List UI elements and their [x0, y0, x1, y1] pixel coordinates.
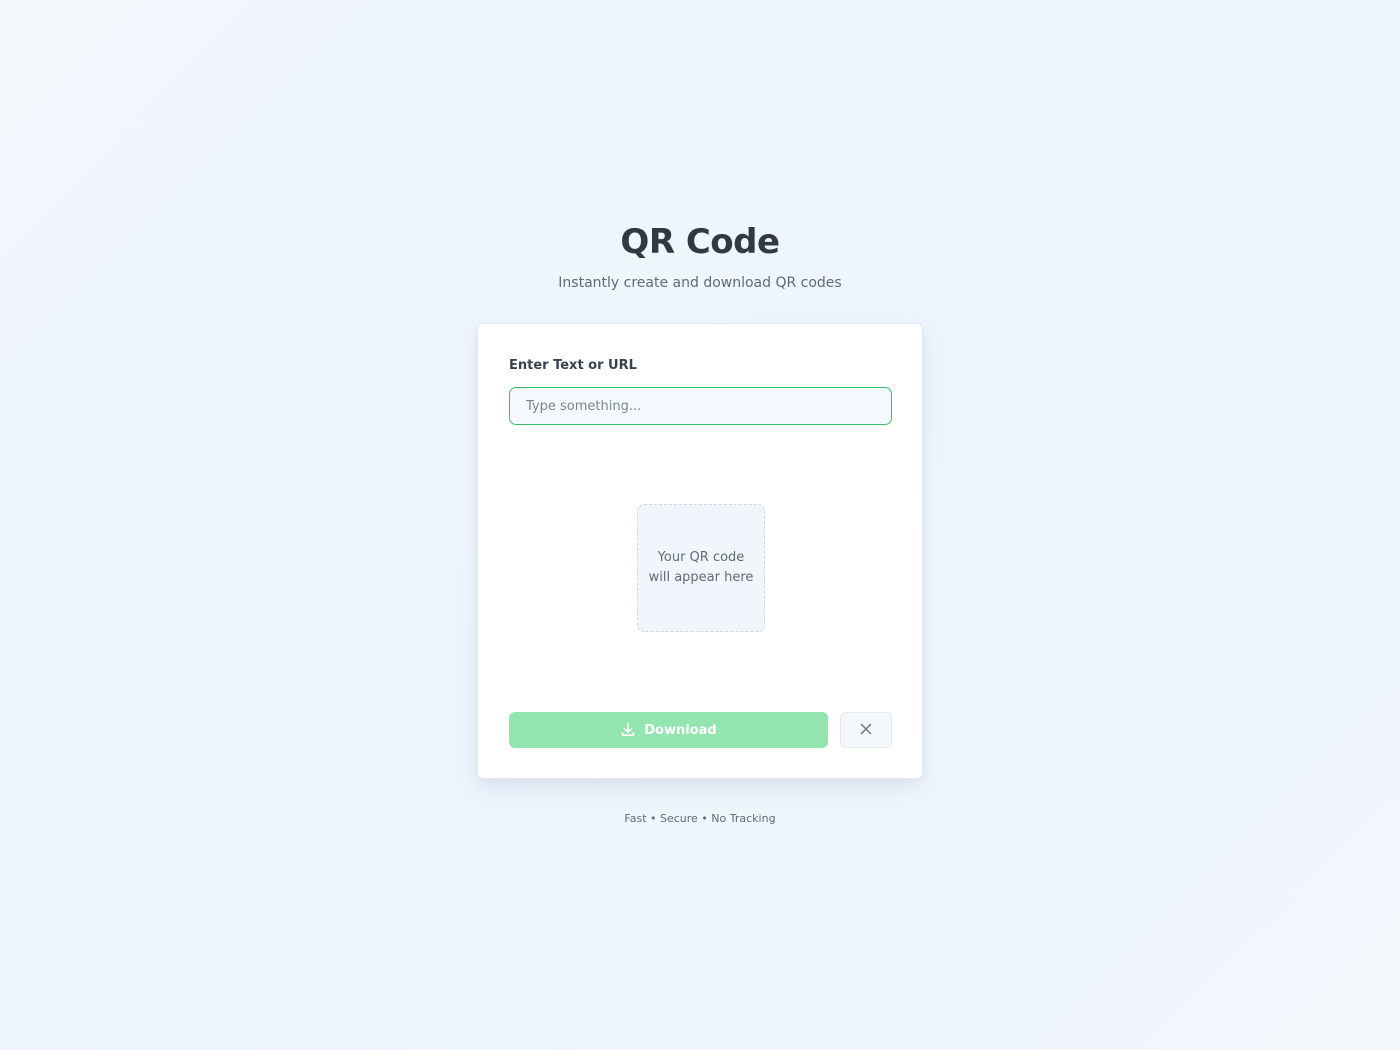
page-header: QR Code Instantly create and download QR…: [0, 220, 1400, 292]
text-input-label: Enter Text or URL: [509, 358, 637, 373]
qr-code-preview: Your QR code will appear here: [637, 504, 765, 632]
footer-tagline: Fast • Secure • No Tracking: [624, 812, 776, 825]
qr-placeholder-text: Your QR code will appear here: [648, 550, 754, 585]
close-icon: [859, 722, 873, 739]
text-url-input[interactable]: [509, 387, 892, 425]
page-title: QR Code: [620, 222, 780, 262]
clear-button[interactable]: [840, 712, 892, 748]
page-subtitle: Instantly create and download QR codes: [558, 275, 842, 291]
download-button[interactable]: Download: [509, 712, 828, 748]
download-button-label: Download: [644, 722, 717, 738]
qr-generator-card: Enter Text or URL Your QR code will appe…: [477, 323, 923, 779]
download-icon: [620, 722, 636, 738]
